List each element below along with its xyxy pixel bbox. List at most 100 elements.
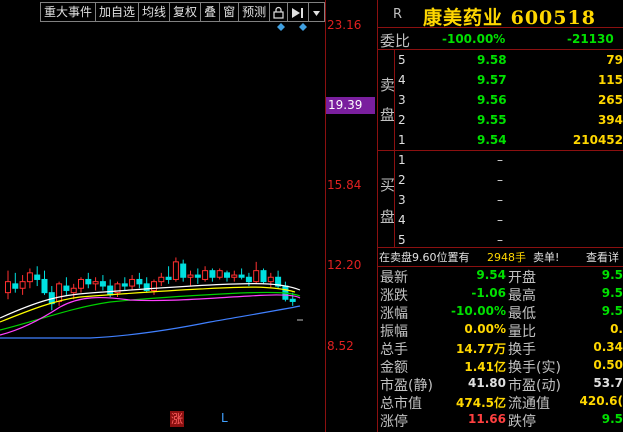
level-price: – <box>497 213 503 227</box>
level-price: – <box>497 173 503 187</box>
l-marker[interactable]: L <box>221 411 228 425</box>
candle-body <box>238 274 245 278</box>
quote-value: 0. <box>610 322 623 336</box>
quote-value: -10.00% <box>451 304 506 318</box>
candle-body <box>121 283 128 287</box>
quote-value: 420.6( <box>579 394 623 408</box>
candle-body <box>78 278 84 289</box>
divider <box>377 49 623 50</box>
weibi-value: -21130 <box>567 32 614 46</box>
price-tick: 8.52 <box>327 339 354 353</box>
forecast-button[interactable]: 预测 <box>238 2 270 22</box>
sell-level-1[interactable]: 1 9.54 210452 <box>377 131 623 149</box>
candle-body <box>70 287 77 294</box>
sell-level-5[interactable]: 5 9.58 79 <box>377 51 623 69</box>
quote-label: 涨跌 <box>380 288 408 304</box>
candle-body <box>253 270 260 283</box>
lock-button[interactable] <box>269 2 288 22</box>
buy-level-2[interactable]: 2– <box>377 171 623 189</box>
overlay-button[interactable]: 叠 <box>200 2 220 22</box>
add-watchlist-button[interactable]: 加自选 <box>95 2 139 22</box>
candle-body <box>158 276 165 283</box>
divider <box>377 247 623 248</box>
quote-value: 474.5亿 <box>456 396 506 410</box>
quote-label: 市盈(动) <box>508 378 561 394</box>
candle-body <box>202 270 209 280</box>
quote-value: 53.7 <box>593 376 623 390</box>
sell-level-3[interactable]: 3 9.56 265 <box>377 91 623 109</box>
sell-level-2[interactable]: 2 9.55 394 <box>377 111 623 129</box>
level-number: 3 <box>398 193 406 207</box>
price-tick: 12.20 <box>327 258 362 272</box>
candle-body <box>245 276 252 283</box>
moving-average-button[interactable]: 均线 <box>138 2 170 22</box>
notice-text: 在卖盘9.60位置有 <box>379 251 470 264</box>
weibi-label: 委比 <box>380 32 411 50</box>
quote-label: 涨幅 <box>380 306 408 322</box>
quote-label: 跌停 <box>508 414 536 430</box>
candle-body <box>165 276 172 280</box>
candle-body <box>26 272 33 283</box>
candle-body <box>136 278 143 285</box>
adjust-button[interactable]: 复权 <box>169 2 201 22</box>
dropdown-button[interactable] <box>308 2 326 22</box>
weibi-pct: -100.00% <box>442 32 506 46</box>
quote-label: 最低 <box>508 306 536 322</box>
end-button[interactable] <box>287 2 309 22</box>
candle-body <box>85 278 92 285</box>
quote-row: 涨跌 -1.06 最高 9.5 <box>377 285 623 304</box>
candle-body <box>19 281 26 289</box>
quote-value: 9.5 <box>601 304 623 318</box>
major-events-button[interactable]: 重大事件 <box>40 2 96 22</box>
ma20-line <box>0 291 301 331</box>
level-number: 4 <box>398 73 406 87</box>
window-button[interactable]: 窗 <box>219 2 239 22</box>
quote-value: 0.00% <box>464 322 506 336</box>
quote-value: 9.5 <box>601 412 623 426</box>
buy-level-1[interactable]: 1– <box>377 151 623 169</box>
level-price: 9.56 <box>477 93 507 107</box>
price-tick: 15.84 <box>327 178 362 192</box>
price-tick-highlight: 19.39 <box>326 97 375 114</box>
stock-title[interactable]: 康美药业 600518 <box>423 3 596 30</box>
buy-level-3[interactable]: 3– <box>377 191 623 209</box>
level-volume: 115 <box>597 73 623 87</box>
level-price: 9.55 <box>477 113 507 127</box>
candle-body <box>224 272 230 278</box>
candle-body <box>5 281 11 294</box>
quote-panel: R 康美药业 600518 委比 -100.00% -21130 卖 盘 5 9.… <box>377 0 623 432</box>
quote-label: 换手(实) <box>508 360 561 376</box>
quote-row: 涨幅 -10.00% 最低 9.5 <box>377 303 623 322</box>
divider <box>377 27 623 28</box>
quote-row: 涨停 11.66 跌停 9.5 <box>377 411 623 430</box>
buy-level-4[interactable]: 4– <box>377 211 623 229</box>
quote-row: 金额 1.41亿 换手(实) 0.50 <box>377 357 623 376</box>
quote-value: 0.50 <box>593 358 623 372</box>
level-price: – <box>497 153 503 167</box>
limit-up-marker[interactable]: 涨 <box>170 411 184 427</box>
level-number: 1 <box>398 153 406 167</box>
candle-body <box>34 274 41 280</box>
candle-body <box>129 278 136 287</box>
level-number: 5 <box>398 233 406 247</box>
ma60-line <box>0 305 301 339</box>
quote-value: 11.66 <box>468 412 506 426</box>
lock-icon <box>273 6 284 19</box>
level-volume: 394 <box>597 113 623 127</box>
sell-level-4[interactable]: 4 9.57 115 <box>377 71 623 89</box>
notice-row[interactable]: 在卖盘9.60位置有 2948手 卖单! 查看详 <box>377 249 623 267</box>
kline-chart[interactable] <box>0 0 326 432</box>
quote-label: 开盘 <box>508 270 536 286</box>
quote-label: 总手 <box>380 342 408 358</box>
level-price: 9.57 <box>477 73 507 87</box>
candle-body <box>260 270 267 283</box>
quote-value: 9.5 <box>601 286 623 300</box>
quote-row: 总手 14.77万 换手 0.34 <box>377 339 623 358</box>
candle-body <box>56 283 63 302</box>
quote-row: 振幅 0.00% 量比 0. <box>377 321 623 340</box>
quote-label: 市盈(静) <box>380 378 433 394</box>
quote-label: 量比 <box>508 324 536 340</box>
quote-label: 最高 <box>508 288 536 304</box>
kline-svg[interactable] <box>0 0 326 432</box>
level-number: 3 <box>398 93 406 107</box>
